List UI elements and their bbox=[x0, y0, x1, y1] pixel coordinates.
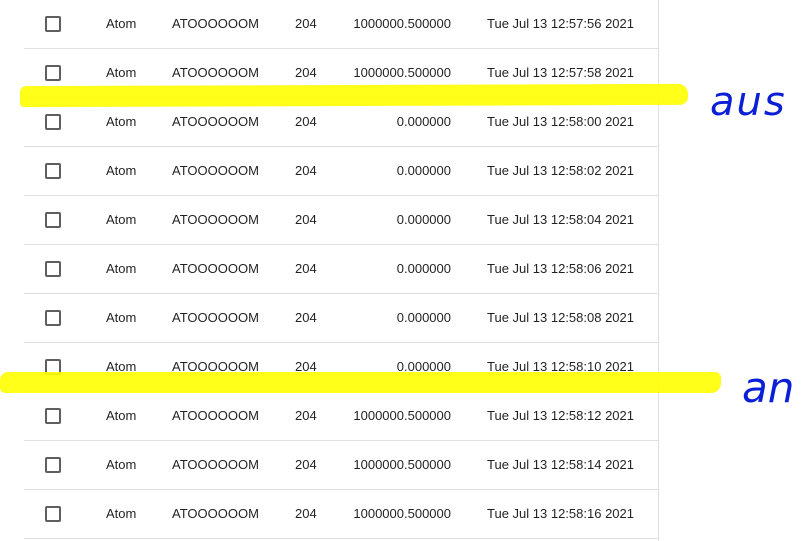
row-select-cell bbox=[45, 441, 61, 489]
row-select-cell bbox=[45, 294, 61, 342]
row-checkbox[interactable] bbox=[45, 212, 61, 228]
cell-value: 0.000000 bbox=[396, 310, 451, 325]
row-select-cell bbox=[45, 490, 61, 538]
cell-code: 204 bbox=[295, 310, 317, 325]
row-select-cell bbox=[45, 392, 61, 440]
cell-timestamp: Tue Jul 13 12:58:02 2021 bbox=[487, 163, 634, 178]
table-row[interactable]: Atom ATOOOOOOM 204 0.000000 Tue Jul 13 12:58… bbox=[24, 196, 658, 245]
cell-name: Atom bbox=[106, 408, 137, 423]
row-checkbox[interactable] bbox=[45, 506, 61, 522]
cell-symbol: ATOOOOOOM bbox=[172, 408, 259, 423]
cell-value: 0.000000 bbox=[396, 163, 451, 178]
cell-timestamp: Tue Jul 13 12:58:04 2021 bbox=[487, 212, 634, 227]
cell-name: Atom bbox=[106, 212, 137, 227]
row-checkbox[interactable] bbox=[45, 310, 61, 326]
row-checkbox[interactable] bbox=[45, 163, 61, 179]
cell-code: 204 bbox=[295, 261, 317, 276]
cell-code: 204 bbox=[295, 16, 317, 31]
row-checkbox[interactable] bbox=[45, 114, 61, 130]
cell-code: 204 bbox=[295, 212, 317, 227]
table-row[interactable]: Atom ATOOOOOOM 204 0.000000 Tue Jul 13 12:58… bbox=[24, 245, 658, 294]
cell-value: 1000000.500000 bbox=[353, 506, 451, 521]
row-checkbox[interactable] bbox=[45, 457, 61, 473]
row-checkbox[interactable] bbox=[45, 65, 61, 81]
cell-value: 1000000.500000 bbox=[353, 408, 451, 423]
cell-timestamp: Tue Jul 13 12:58:12 2021 bbox=[487, 408, 634, 423]
cell-symbol: ATOOOOOOM bbox=[172, 457, 259, 472]
cell-code: 204 bbox=[295, 163, 317, 178]
cell-symbol: ATOOOOOOM bbox=[172, 163, 259, 178]
highlight-marker-on bbox=[0, 372, 721, 393]
row-select-cell bbox=[45, 147, 61, 195]
highlight-marker-off bbox=[20, 83, 688, 108]
cell-symbol: ATOOOOOOM bbox=[172, 212, 259, 227]
cell-name: Atom bbox=[106, 310, 137, 325]
table-row[interactable]: Atom ATOOOOOOM 204 0.000000 Tue Jul 13 12:58… bbox=[24, 294, 658, 343]
cell-name: Atom bbox=[106, 16, 137, 31]
handwritten-annotation-an: an bbox=[742, 363, 795, 412]
row-checkbox[interactable] bbox=[45, 16, 61, 32]
cell-timestamp: Tue Jul 13 12:57:56 2021 bbox=[487, 16, 634, 31]
table-row[interactable]: Atom ATOOOOOOM 204 1000000.500000 Tue Jul 13… bbox=[24, 392, 658, 441]
row-select-cell bbox=[45, 245, 61, 293]
cell-name: Atom bbox=[106, 163, 137, 178]
row-select-cell bbox=[45, 196, 61, 244]
cell-value: 0.000000 bbox=[396, 212, 451, 227]
data-table: Atom ATOOOOOOM 204 1000000.500000 Tue Jul 13… bbox=[24, 0, 659, 541]
row-checkbox[interactable] bbox=[45, 408, 61, 424]
cell-value: 1000000.500000 bbox=[353, 457, 451, 472]
row-select-cell bbox=[45, 0, 61, 48]
row-checkbox[interactable] bbox=[45, 261, 61, 277]
cell-name: Atom bbox=[106, 457, 137, 472]
cell-timestamp: Tue Jul 13 12:58:08 2021 bbox=[487, 310, 634, 325]
cell-value: 1000000.500000 bbox=[353, 16, 451, 31]
cell-name: Atom bbox=[106, 506, 137, 521]
table-row[interactable]: Atom ATOOOOOOM 204 1000000.500000 Tue Jul 13… bbox=[24, 0, 658, 49]
cell-symbol: ATOOOOOOM bbox=[172, 16, 259, 31]
cell-code: 204 bbox=[295, 506, 317, 521]
table-row[interactable]: Atom ATOOOOOOM 204 0.000000 Tue Jul 13 12:58… bbox=[24, 147, 658, 196]
cell-timestamp: Tue Jul 13 12:58:16 2021 bbox=[487, 506, 634, 521]
cell-timestamp: Tue Jul 13 12:58:14 2021 bbox=[487, 457, 634, 472]
cell-symbol: ATOOOOOOM bbox=[172, 261, 259, 276]
cell-symbol: ATOOOOOOM bbox=[172, 506, 259, 521]
cell-symbol: ATOOOOOOM bbox=[172, 310, 259, 325]
cell-name: Atom bbox=[106, 261, 137, 276]
cell-code: 204 bbox=[295, 457, 317, 472]
handwritten-annotation-aus: aus bbox=[710, 79, 787, 125]
cell-timestamp: Tue Jul 13 12:58:06 2021 bbox=[487, 261, 634, 276]
cell-code: 204 bbox=[295, 408, 317, 423]
cell-value: 0.000000 bbox=[396, 261, 451, 276]
table-row[interactable]: Atom ATOOOOOOM 204 1000000.500000 Tue Jul 13… bbox=[24, 490, 658, 539]
table-row[interactable]: Atom ATOOOOOOM 204 1000000.500000 Tue Jul 13… bbox=[24, 441, 658, 490]
